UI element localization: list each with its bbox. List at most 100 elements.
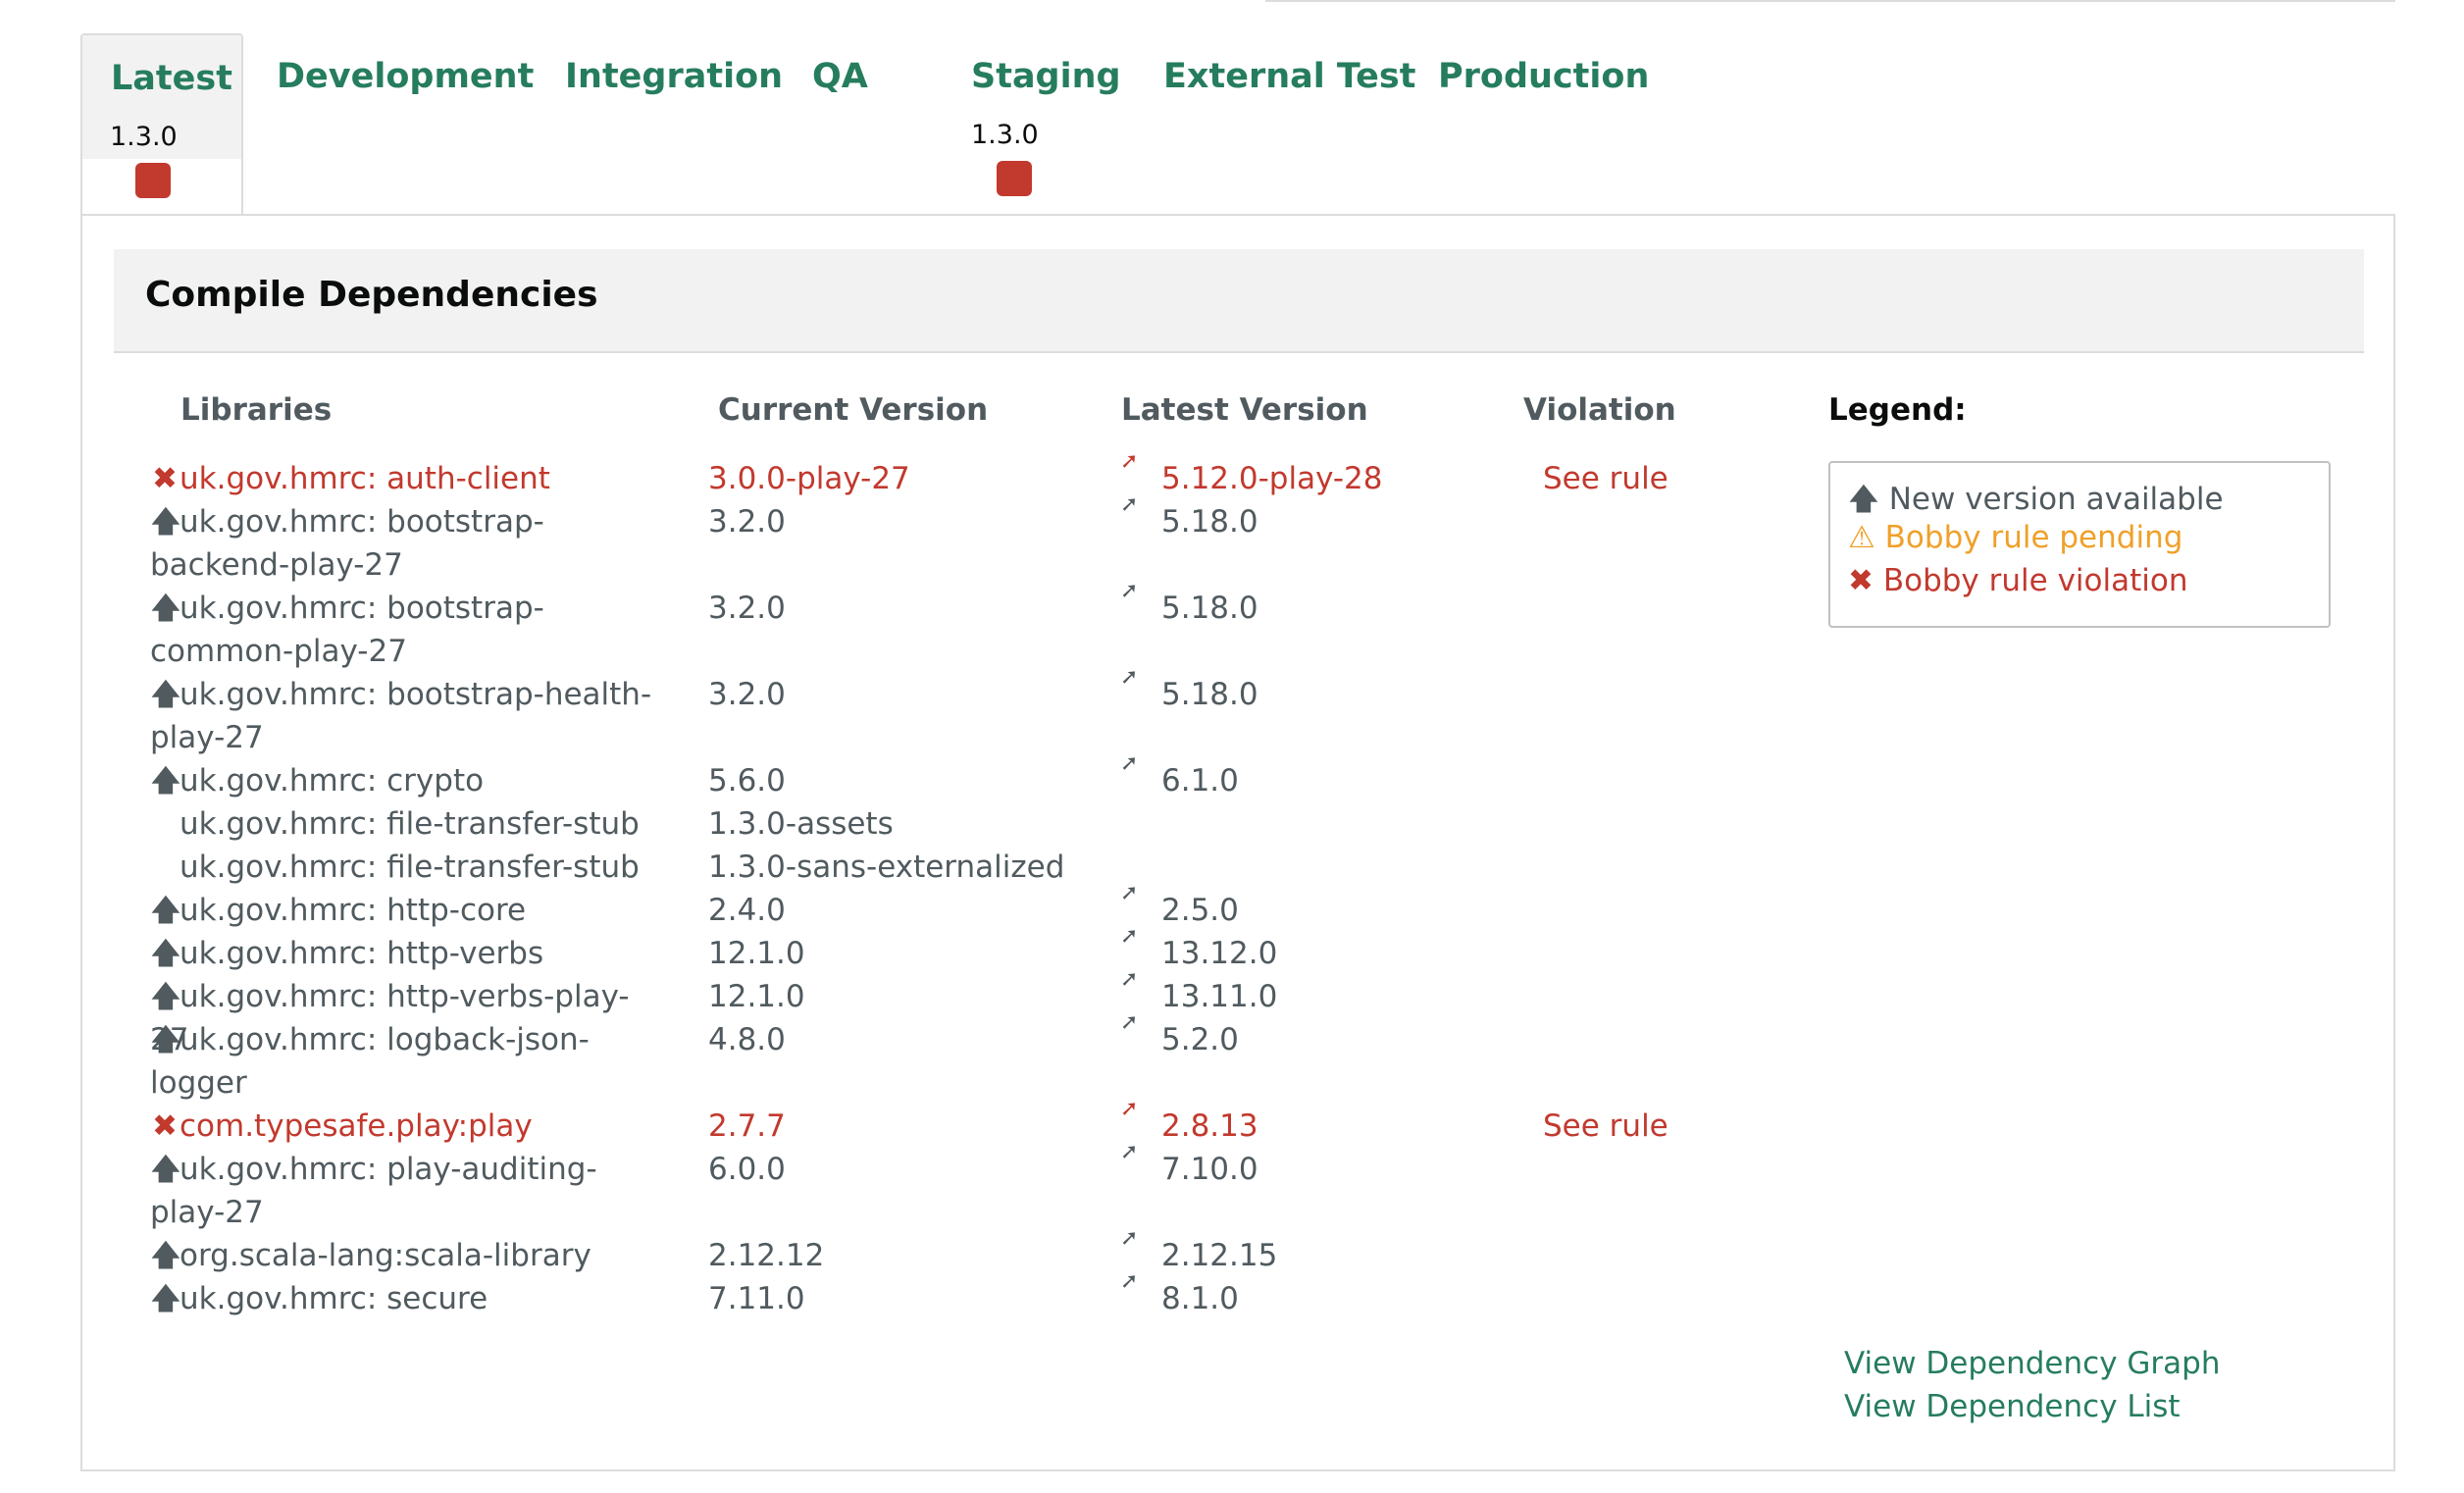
cross-icon: ✖ [152,1108,178,1144]
library-label: uk.gov.hmrc: http-verbs [180,936,544,971]
view-dependency-list-link[interactable]: View Dependency List [1844,1389,2181,1424]
column-header-latest-version: Latest Version [1121,392,1368,428]
arrow-up-icon: 🡅 [150,1238,181,1273]
library-name: 🡅uk.gov.hmrc: http-verbs [150,932,665,975]
current-version: 1.3.0-assets [708,806,894,842]
latest-version: 5.2.0 [1161,1022,1239,1057]
arrow-up-icon: 🡅 [150,591,181,626]
column-header-libraries: Libraries [180,392,333,428]
arrow-up-right-icon: ➚ [1120,751,1139,776]
library-label: uk.gov.hmrc: bootstrap-health-play-27 [150,677,652,755]
legend-pending: ⚠ Bobby rule pending [1848,520,2182,555]
library-label: uk.gov.hmrc: play-auditing-play-27 [150,1152,597,1230]
current-version: 5.6.0 [708,763,786,798]
arrow-up-icon: 🡅 [150,979,181,1014]
latest-version: 5.18.0 [1161,591,1258,626]
column-header-current-version: Current Version [718,392,989,428]
library-label: com.typesafe.play:play [180,1108,533,1144]
library-label: uk.gov.hmrc: bootstrap-common-play-27 [150,591,544,669]
current-version: 3.2.0 [708,591,786,626]
latest-version: 13.12.0 [1161,936,1278,971]
arrow-up-right-icon: ➚ [1120,924,1139,949]
page: Latest 1.3.0 Development Integration QA … [0,0,2464,1493]
latest-version: 5.18.0 [1161,677,1258,712]
cross-icon: ✖ [1848,563,1874,598]
tab-label: Latest [111,59,232,98]
legend-label: Bobby rule violation [1882,563,2188,598]
arrow-up-right-icon: ➚ [1120,449,1139,474]
current-version: 7.11.0 [708,1281,805,1316]
library-label: uk.gov.hmrc: logback-json-logger [150,1022,590,1101]
cross-icon: ✖ [152,461,178,496]
view-dependency-graph-link[interactable]: View Dependency Graph [1844,1346,2221,1381]
latest-version: 2.12.15 [1161,1238,1278,1273]
arrow-up-right-icon: ➚ [1120,967,1139,992]
library-label: uk.gov.hmrc: file-transfer-stub [180,806,640,842]
tab-label: External Test [1163,57,1416,96]
current-version: 12.1.0 [708,979,805,1014]
tab-label: Production [1438,57,1650,96]
library-name: ✖com.typesafe.play:play [150,1105,665,1148]
latest-version: 5.12.0-play-28 [1161,461,1383,496]
library-label: uk.gov.hmrc: bootstrap-backend-play-27 [150,504,544,583]
library-name: uk.gov.hmrc: file-transfer-stub [150,802,665,846]
arrow-up-icon: 🡅 [150,893,181,928]
current-version: 12.1.0 [708,936,805,971]
library-name: 🡅uk.gov.hmrc: bootstrap-backend-play-27 [150,500,665,587]
latest-version: 6.1.0 [1161,763,1239,798]
library-label: uk.gov.hmrc: secure [180,1281,488,1316]
legend-label: New version available [1888,482,2224,517]
arrow-up-right-icon: ➚ [1120,665,1139,690]
arrow-up-icon: 🡅 [150,1152,181,1187]
current-version: 2.4.0 [708,893,786,928]
see-rule-link[interactable]: See rule [1543,1105,1668,1148]
legend-box: 🡅 New version available ⚠ Bobby rule pen… [1828,461,2331,628]
latest-version: 8.1.0 [1161,1281,1239,1316]
current-version: 3.0.0-play-27 [708,461,910,496]
arrow-up-right-icon: ➚ [1120,1140,1139,1164]
warning-icon: ⚠ [1848,520,1875,555]
see-rule-link[interactable]: See rule [1543,457,1668,500]
current-version: 1.3.0-sans-externalized [708,849,1065,885]
status-badge [135,163,171,198]
library-name: 🡅uk.gov.hmrc: play-auditing-play-27 [150,1148,665,1234]
arrow-up-right-icon: ➚ [1120,1097,1139,1121]
library-name: uk.gov.hmrc: file-transfer-stub [150,846,665,889]
tab-label: Staging [971,57,1121,96]
tab-latest[interactable]: Latest 1.3.0 [80,33,243,218]
library-name: 🡅uk.gov.hmrc: secure [150,1277,665,1320]
panel-header: Compile Dependencies [114,249,2364,353]
arrow-up-icon: 🡅 [150,1281,181,1316]
tab-version: 1.3.0 [110,122,178,152]
arrow-up-icon: 🡅 [150,936,181,971]
current-version: 2.7.7 [708,1108,786,1144]
panel-title: Compile Dependencies [145,275,598,315]
top-divider [1265,0,2395,2]
latest-version: 2.8.13 [1161,1108,1258,1144]
latest-version: 2.5.0 [1161,893,1239,928]
arrow-up-icon: 🡅 [150,504,181,540]
library-label: org.scala-lang:scala-library [180,1238,591,1273]
library-name: 🡅org.scala-lang:scala-library [150,1234,665,1277]
library-name: ✖uk.gov.hmrc: auth-client [150,457,665,500]
latest-version: 7.10.0 [1161,1152,1258,1187]
arrow-up-icon: 🡅 [150,763,181,798]
library-label: uk.gov.hmrc: crypto [180,763,485,798]
arrow-up-right-icon: ➚ [1120,492,1139,517]
latest-version: 13.11.0 [1161,979,1278,1014]
column-header-violation: Violation [1523,392,1676,428]
arrow-up-right-icon: ➚ [1120,1269,1139,1294]
library-label: uk.gov.hmrc: http-core [180,893,527,928]
legend-title: Legend: [1828,392,1967,428]
library-label: uk.gov.hmrc: file-transfer-stub [180,849,640,885]
current-version: 3.2.0 [708,677,786,712]
arrow-up-right-icon: ➚ [1120,1226,1139,1251]
tab-label: Integration [565,57,784,96]
arrow-up-right-icon: ➚ [1120,579,1139,603]
tab-label: QA [812,57,868,96]
tab-label: Development [277,57,535,96]
arrow-up-right-icon: ➚ [1120,1010,1139,1035]
library-name: 🡅uk.gov.hmrc: bootstrap-common-play-27 [150,587,665,673]
current-version: 4.8.0 [708,1022,786,1057]
latest-version: 5.18.0 [1161,504,1258,540]
